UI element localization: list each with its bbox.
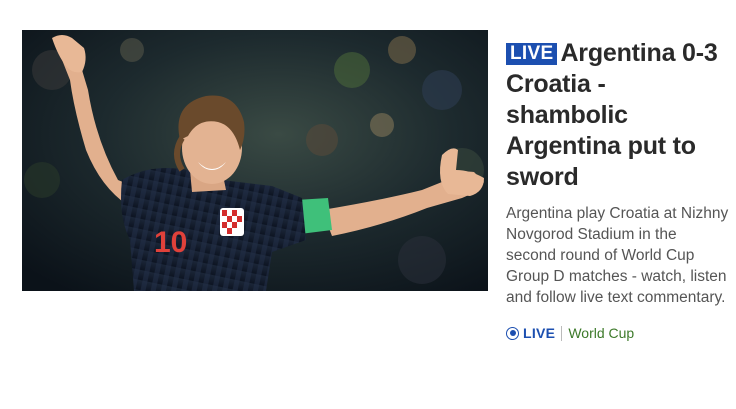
news-story-card[interactable]: 10 LIVE Argentina 0-3 Croatia - shambolic… — [0, 0, 736, 409]
story-summary: Argentina play Croatia at Nizhny Novgoro… — [506, 205, 729, 306]
story-meta: LIVE World Cup — [506, 325, 730, 341]
meta-live-label: LIVE — [523, 325, 556, 341]
meta-divider — [561, 325, 563, 341]
player-celebration-photo: 10 — [22, 30, 488, 291]
story-image[interactable]: 10 — [22, 30, 488, 291]
story-headline-link[interactable]: LIVE Argentina 0-3 Croatia - shambolic Ar… — [506, 38, 730, 193]
shirt-number: 10 — [154, 226, 187, 259]
live-broadcast-icon — [506, 326, 519, 340]
live-badge: LIVE — [506, 43, 558, 65]
topic-link-world-cup[interactable]: World Cup — [568, 325, 634, 341]
story-text: LIVE Argentina 0-3 Croatia - shambolic Ar… — [506, 38, 730, 341]
